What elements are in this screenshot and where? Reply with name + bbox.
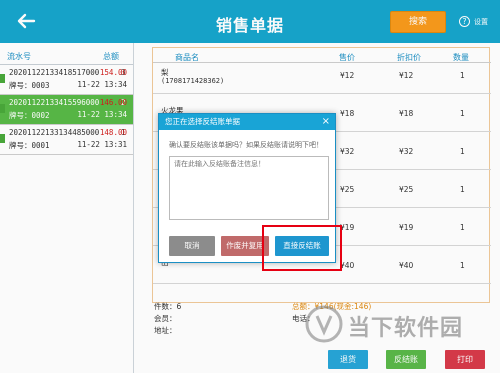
remark-input[interactable] <box>169 156 329 220</box>
close-icon[interactable]: × <box>322 114 330 130</box>
dialog-header: 您正在选择反结账单据 × <box>159 114 335 130</box>
highlight-box <box>262 225 342 271</box>
dialog-prompt: 确认要反结账该单据吗？如果反结账请说明下吧！ <box>169 141 323 149</box>
watermark-text: 当下软件园 <box>348 316 464 341</box>
watermark-logo-icon <box>305 305 343 343</box>
watermark: 当下软件园 <box>304 304 479 344</box>
cancel-button[interactable]: 取消 <box>169 236 215 256</box>
dialog-title: 您正在选择反结账单据 <box>165 117 240 126</box>
